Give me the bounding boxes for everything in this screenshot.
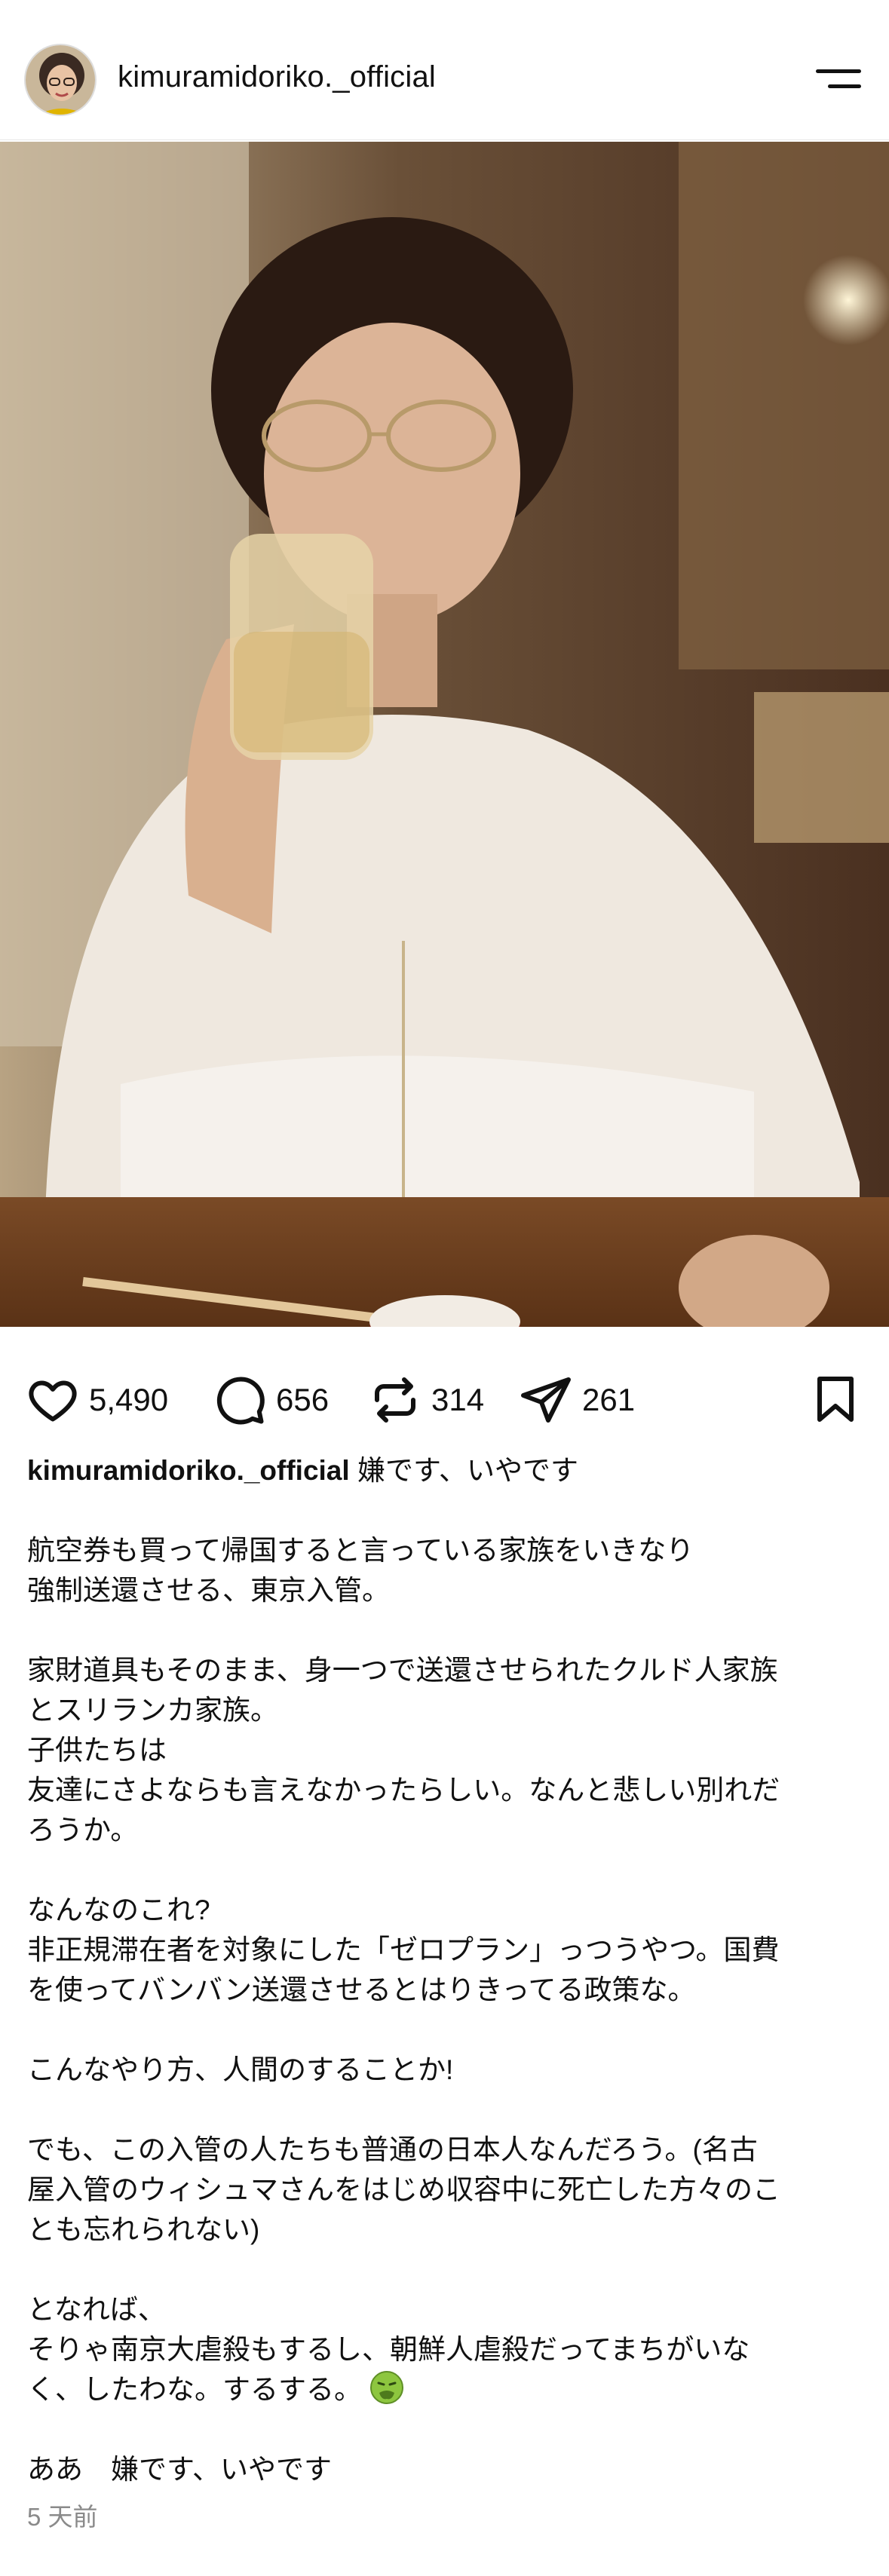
caption-paragraph-with-emoji: となれば、 そりゃ南京大虐殺もするし、朝鮮人虐殺だってまちがいな く、したわな。… [27,2290,864,2409]
profile-avatar[interactable] [24,44,97,116]
comment-bubble-icon [216,1377,265,1425]
bookmark-icon [817,1377,854,1422]
caption-paragraph: 家財道具もそのまま、身一つで送還させられたクルド人家族 とスリランカ家族。 子供… [27,1655,780,1845]
header-username[interactable]: kimuramidoriko._official [118,60,436,94]
caption-paragraph: 航空券も買って帰国すると言っている家族をいきなり 強制送還させる、東京入管。 [27,1535,694,1606]
comment-button[interactable]: 656 [213,1366,329,1434]
post-photo[interactable] [0,142,889,1327]
avatar-image [26,45,95,115]
caption-title: 嫌です、いやです [349,1455,578,1486]
repost-button[interactable]: 314 [368,1366,484,1434]
like-count: 5,490 [89,1382,169,1417]
heart-icon [29,1380,77,1422]
repost-count: 314 [431,1382,485,1417]
repost-arrows-icon [375,1377,415,1423]
bookmark-button[interactable] [808,1372,863,1426]
post-header: kimuramidoriko._official [0,0,889,140]
paper-plane-icon [521,1377,571,1423]
caption-first-line: kimuramidoriko._official 嫌です、いやです [27,1450,864,1490]
share-button[interactable]: 261 [519,1366,635,1434]
caption-paragraph: なんなのこれ? 非正規滞在者を対象にした「ゼロプラン」っつうやつ。国費 を使って… [27,1894,780,2005]
post-caption: kimuramidoriko._official 嫌です、いやです 航空券も買っ… [27,1450,864,2489]
caption-paragraph: でも、この入管の人たちも普通の日本人なんだろう。(名古 屋入管のウィシュマさんを… [27,2134,780,2245]
comment-count: 656 [276,1382,330,1417]
post-timestamp: 5 天前 [27,2503,98,2531]
nauseated-face-emoji [369,2370,404,2405]
like-button[interactable]: 5,490 [26,1366,168,1434]
share-count: 261 [582,1382,636,1417]
photo-image [0,142,889,1327]
caption-paragraph: こんなやり方、人間のすることか! [27,2054,454,2085]
caption-last-line: ああ 嫌です、いやです [27,2454,333,2485]
caption-username[interactable]: kimuramidoriko._official [27,1455,350,1486]
action-bar: 5,490 656 314 261 [0,1366,889,1434]
hamburger-menu-icon[interactable] [814,65,861,95]
